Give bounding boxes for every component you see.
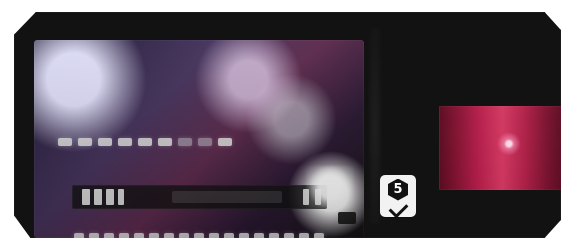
bottom-key-2 xyxy=(89,233,99,238)
strip-seg-4 xyxy=(118,189,124,205)
bottom-key-16 xyxy=(299,233,309,238)
bottom-key-8 xyxy=(179,233,189,238)
screen: 5 xyxy=(0,0,575,250)
key-4 xyxy=(118,138,132,146)
bottom-key-11 xyxy=(224,233,234,238)
bottom-key-10 xyxy=(209,233,219,238)
top-key-row xyxy=(58,138,232,146)
bottom-key-17 xyxy=(314,233,324,238)
bottom-key-5 xyxy=(134,233,144,238)
strip-seg-2 xyxy=(94,189,102,205)
key-3 xyxy=(98,138,112,146)
bottom-key-9 xyxy=(194,233,204,238)
bottom-key-14 xyxy=(269,233,279,238)
strip-seg-1 xyxy=(82,189,90,205)
bottom-key-4 xyxy=(119,233,129,238)
key-8 xyxy=(198,138,212,146)
chevron-down-icon xyxy=(388,198,408,218)
corner-block xyxy=(338,212,356,224)
bottom-key-7 xyxy=(164,233,174,238)
key-5 xyxy=(138,138,152,146)
badge-label: 5 xyxy=(393,182,403,197)
badge-button[interactable]: 5 xyxy=(380,175,416,218)
dark-card: 5 xyxy=(14,12,561,238)
key-1 xyxy=(58,138,72,146)
strip-seg-3 xyxy=(106,189,114,205)
key-6 xyxy=(158,138,172,146)
strip-bar xyxy=(172,191,282,203)
key-7 xyxy=(178,138,192,146)
key-9 xyxy=(218,138,232,146)
badge-hex-icon: 5 xyxy=(388,178,408,201)
vertical-separator xyxy=(370,28,380,224)
bottom-key-6 xyxy=(149,233,159,238)
key-2 xyxy=(78,138,92,146)
bright-glow xyxy=(306,166,354,208)
bottom-key-12 xyxy=(239,233,249,238)
bottom-key-1 xyxy=(74,233,84,238)
bottom-key-3 xyxy=(104,233,114,238)
thumbnail-image xyxy=(439,106,561,190)
control-strip xyxy=(72,185,327,209)
preview-pane xyxy=(34,40,364,238)
bottom-key-15 xyxy=(284,233,294,238)
bottom-key-13 xyxy=(254,233,264,238)
bottom-key-row xyxy=(74,233,324,238)
